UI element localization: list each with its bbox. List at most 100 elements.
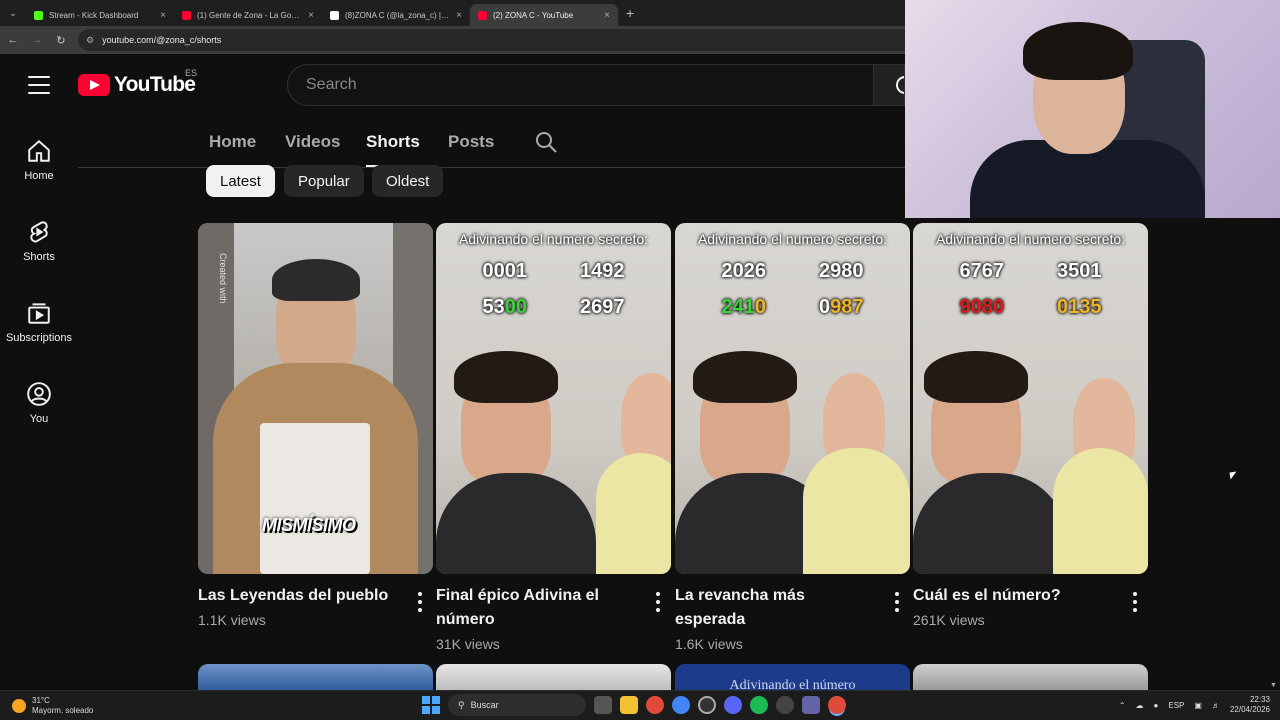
short-thumbnail-next[interactable] — [913, 664, 1148, 690]
webcam-image — [1023, 22, 1133, 80]
taskbar-apps: ⚲ Buscar — [422, 694, 846, 716]
channel-tabs: Home Videos Shorts Posts — [78, 116, 905, 168]
reload-icon[interactable]: ↻ — [50, 34, 72, 47]
watermark-text: Created with — [218, 253, 228, 304]
short-thumbnail-next[interactable] — [198, 664, 433, 690]
scroll-down-icon[interactable]: ▼ — [1270, 682, 1277, 689]
more-actions-icon[interactable] — [894, 592, 900, 612]
weather-widget[interactable]: 31°C Mayorm. soleado — [12, 696, 93, 716]
guess-row: 5300 2697 — [482, 296, 625, 318]
guess-row: 2026 2980 — [721, 260, 864, 282]
guide-item-home[interactable]: Home — [0, 126, 78, 207]
tab-posts[interactable]: Posts — [448, 132, 494, 152]
short-thumbnail[interactable]: Adivinando el numero secreto: 2026 2980 … — [675, 223, 910, 574]
guide-item-you[interactable]: You — [0, 369, 78, 450]
thumbnail-image — [260, 423, 370, 574]
search-icon — [896, 76, 904, 94]
guess-row: 2410 0987 — [721, 296, 864, 318]
you-icon — [27, 382, 51, 406]
tab-search-chevron-icon[interactable]: ⌄ — [0, 0, 26, 26]
short-title[interactable]: Final épico Adivina el número — [436, 584, 637, 632]
chevron-up-icon[interactable]: ⌃ — [1119, 701, 1126, 710]
close-tab-icon[interactable]: × — [160, 10, 166, 21]
thumbnail-image — [1053, 448, 1148, 574]
short-thumbnail[interactable]: Adivinando el numero secreto: 0001 1492 … — [436, 223, 671, 574]
chip-oldest[interactable]: Oldest — [372, 165, 444, 197]
task-view-icon[interactable] — [594, 696, 612, 714]
close-tab-icon[interactable]: × — [308, 10, 314, 21]
channel-search-icon[interactable] — [534, 130, 558, 154]
chip-latest[interactable]: Latest — [206, 165, 275, 197]
short-meta: Final épico Adivina el número 31K views — [436, 584, 671, 652]
obs-icon[interactable] — [698, 696, 716, 714]
short-title[interactable]: La revancha más esperada — [675, 584, 876, 632]
app-icon[interactable] — [776, 696, 794, 714]
chrome-active-icon[interactable] — [828, 696, 846, 714]
short-title[interactable]: Las Leyendas del pueblo — [198, 584, 399, 608]
short-thumbnail-next[interactable]: Adivinando el número — [675, 664, 910, 690]
short-thumbnail-next[interactable] — [436, 664, 671, 690]
short-card[interactable]: Adivinando el numero secreto: 2026 2980 … — [675, 223, 910, 652]
site-info-icon[interactable]: ⚙ — [86, 35, 94, 46]
browser-tab-tiktok[interactable]: (8)ZONA C (@la_zona_c) | TikTok × — [322, 4, 470, 26]
short-meta: La revancha más esperada 1.6K views — [675, 584, 910, 652]
thumbnail-image — [924, 351, 1028, 403]
short-views: 31K views — [436, 636, 500, 652]
chrome-icon[interactable] — [646, 696, 664, 714]
language-indicator[interactable]: ESP — [1168, 701, 1184, 710]
volume-icon[interactable]: ♬ — [1212, 701, 1220, 710]
search-button[interactable] — [874, 64, 905, 106]
thumbnail-image — [596, 453, 671, 574]
forward-arrow-icon[interactable]: → — [26, 34, 48, 46]
guess-row: 0001 1492 — [482, 260, 625, 282]
network-icon[interactable]: ▣ — [1194, 701, 1202, 710]
webcam-overlay — [905, 0, 1280, 218]
short-views: 1.1K views — [198, 612, 266, 628]
file-explorer-icon[interactable] — [620, 696, 638, 714]
spotify-icon[interactable] — [750, 696, 768, 714]
tab-shorts[interactable]: Shorts — [366, 132, 420, 167]
close-tab-icon[interactable]: × — [604, 10, 610, 21]
thumbnail-image — [913, 473, 1068, 574]
thumbnail-image — [272, 259, 360, 301]
browser-tab-gente-de-zona[interactable]: (1) Gente de Zona - La Gozadera × — [174, 4, 322, 26]
more-actions-icon[interactable] — [655, 592, 661, 612]
kick-favicon-icon — [34, 10, 43, 20]
back-arrow-icon[interactable]: ← — [2, 34, 24, 46]
menu-icon[interactable] — [28, 76, 50, 94]
tab-home[interactable]: Home — [209, 132, 256, 152]
teams-icon[interactable] — [802, 696, 820, 714]
new-tab-button[interactable]: + — [626, 5, 634, 21]
taskbar-search[interactable]: ⚲ Buscar — [448, 694, 586, 716]
short-card[interactable]: Adivinando el numero secreto: 0001 1492 … — [436, 223, 671, 652]
more-actions-icon[interactable] — [1132, 592, 1138, 612]
short-thumbnail[interactable]: Adivinando el numero secreto: 6767 3501 … — [913, 223, 1148, 574]
taskbar: 31°C Mayorm. soleado ⚲ Buscar ⌃ ☁ ● ESP … — [0, 690, 1280, 720]
youtube-favicon-icon — [182, 10, 191, 20]
sun-icon — [12, 699, 26, 713]
discord-icon[interactable] — [724, 696, 742, 714]
thumbnail-banner: Adivinando el numero secreto: — [935, 231, 1126, 247]
chrome-canary-icon[interactable] — [672, 696, 690, 714]
cloud-icon[interactable]: ☁ — [1136, 701, 1144, 710]
clock[interactable]: 22:33 22/04/2026 — [1230, 695, 1270, 715]
browser-tab-kick[interactable]: Stream - Kick Dashboard × — [26, 4, 174, 26]
close-tab-icon[interactable]: × — [456, 10, 462, 21]
screen: ⌄ Stream - Kick Dashboard × (1) Gente de… — [0, 0, 1280, 720]
more-actions-icon[interactable] — [417, 592, 423, 612]
short-thumbnail[interactable]: Created with MISMÍSIMO — [198, 223, 433, 574]
chip-popular[interactable]: Popular — [284, 165, 364, 197]
short-card[interactable]: Created with MISMÍSIMO Las Leyendas del … — [198, 223, 433, 628]
youtube-logo[interactable]: YouTube — [78, 73, 196, 97]
guide-item-subscriptions[interactable]: Subscriptions — [0, 288, 78, 369]
youtube-masthead: YouTube ES Search — [0, 54, 905, 116]
short-views: 1.6K views — [675, 636, 743, 652]
short-title[interactable]: Cuál es el número? — [913, 584, 1114, 608]
windows-start-icon[interactable] — [422, 696, 440, 714]
guide-item-shorts[interactable]: Shorts — [0, 207, 78, 288]
browser-tab-youtube[interactable]: (2) ZONA C - YouTube × — [470, 4, 618, 26]
microphone-icon[interactable]: ● — [1154, 701, 1159, 710]
tab-videos[interactable]: Videos — [285, 132, 340, 152]
short-card[interactable]: Adivinando el numero secreto: 6767 3501 … — [913, 223, 1148, 628]
search-input[interactable]: Search — [287, 64, 874, 106]
